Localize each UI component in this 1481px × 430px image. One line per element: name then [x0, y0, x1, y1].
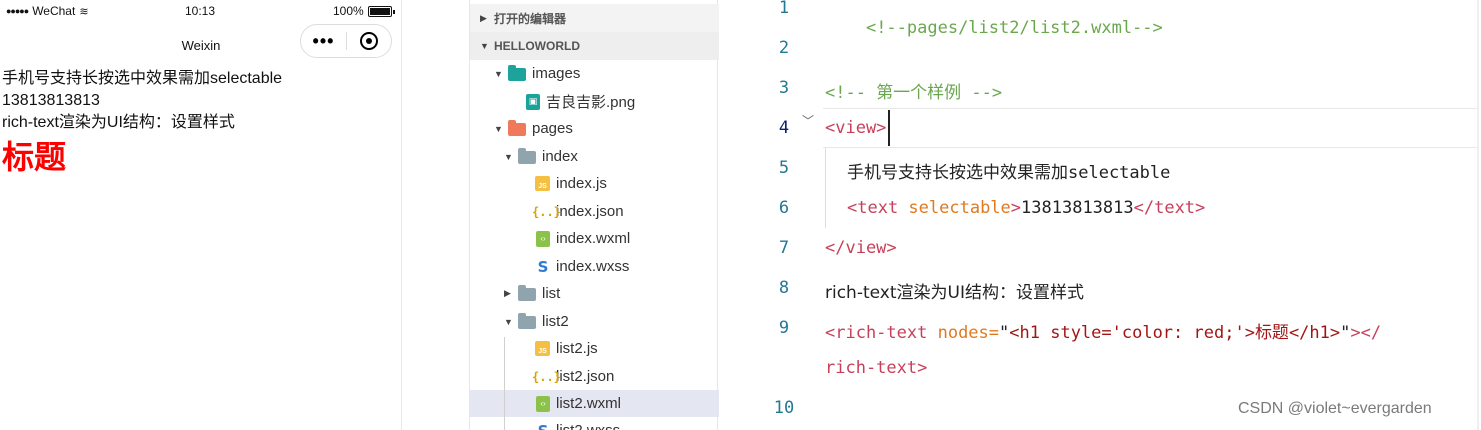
line-number: 7: [778, 238, 790, 258]
code-line-3: <!-- 第一个样例 -->: [825, 83, 1003, 103]
battery-fill: [369, 7, 390, 15]
chevron-down-icon: ▼: [504, 316, 513, 327]
line-number: 5: [778, 158, 790, 178]
json-file-icon: {..}: [532, 204, 561, 219]
battery-icon: [367, 5, 395, 17]
code-line-8: rich-text渲染为UI结构：设置样式: [825, 283, 1084, 303]
tree-file-index-wxml[interactable]: ‹› index.wxml: [470, 225, 719, 252]
tree-file-list2-wxml[interactable]: ‹› list2.wxml: [470, 390, 719, 417]
simulator-panel: ●●●●● WeChat ≋ 10:13 100% Weixin ••• 手机号…: [0, 0, 402, 430]
chevron-down-icon: ▼: [494, 68, 503, 79]
signal-dots-icon: ●●●●●: [6, 6, 29, 16]
tree-file-png[interactable]: ▣ 吉良吉影.png: [470, 88, 719, 115]
tree-folder-list2[interactable]: ▼ list2: [470, 308, 719, 335]
line-number: 8: [778, 278, 790, 298]
editor-scrollbar[interactable]: [1477, 0, 1479, 430]
folder-icon: [518, 285, 536, 301]
carrier-label: WeChat: [32, 4, 76, 18]
tree-file-index-json[interactable]: {..} index.json: [470, 198, 719, 225]
code-editor[interactable]: 1 2 3 4 5 6 7 8 9 10 ﹀ <!--pages/list2/l…: [719, 0, 1481, 430]
selectable-hint-text: 手机号支持长按选中效果需加selectable: [2, 70, 283, 87]
line-number: 10: [773, 398, 795, 418]
close-miniprogram-button[interactable]: [347, 32, 391, 50]
fold-chevron-icon[interactable]: ﹀: [802, 112, 814, 129]
watermark: CSDN @violet~evergarden: [1238, 400, 1432, 417]
status-bar: ●●●●● WeChat ≋ 10:13 100%: [0, 0, 402, 24]
folder-icon: [518, 148, 536, 164]
code-line-5: 手机号支持长按选中效果需加selectable: [847, 163, 1171, 183]
js-file-icon: JS: [535, 341, 550, 356]
line-number: 6: [778, 198, 790, 218]
tree-file-list2-json[interactable]: {..} list2.json: [470, 363, 719, 390]
image-file-icon: ▣: [526, 93, 540, 110]
images-folder-icon: [508, 65, 526, 81]
rich-text-caption: rich-text渲染为UI结构：设置样式: [2, 114, 235, 131]
chevron-right-icon: ▶: [480, 12, 487, 23]
chevron-down-icon: ▼: [504, 151, 513, 162]
wifi-icon: ≋: [79, 5, 89, 18]
tree-folder-index[interactable]: ▼ index: [470, 143, 719, 170]
phone-number-text[interactable]: 13813813813: [2, 90, 282, 112]
code-line-9-wrap: rich-text>: [825, 358, 928, 378]
tree-file-list2-wxss[interactable]: S list2.wxss: [470, 417, 719, 430]
opened-editors-header[interactable]: ▶ 打开的编辑器: [470, 4, 719, 32]
folder-icon: [518, 313, 536, 329]
chevron-down-icon: ▼: [494, 123, 503, 134]
status-battery: 100%: [333, 4, 395, 18]
indent-guide: [825, 148, 826, 228]
chevron-right-icon: ▶: [504, 288, 511, 298]
tree-folder-pages[interactable]: ▼ pages: [470, 115, 719, 142]
status-left: ●●●●● WeChat ≋: [6, 4, 89, 18]
target-icon: [359, 32, 378, 50]
line-number: 1: [778, 0, 790, 18]
battery-percent: 100%: [333, 4, 364, 18]
text-cursor: [888, 110, 890, 146]
status-time: 10:13: [185, 4, 216, 18]
code-line-9: <rich-text nodes="<h1 style='color: red;…: [825, 323, 1382, 343]
menu-capsule: •••: [300, 24, 392, 58]
current-line-highlight: [823, 108, 1477, 148]
wxss-file-icon: S: [537, 257, 549, 276]
wxml-file-icon: ‹›: [536, 395, 550, 412]
code-line-4: <view>: [825, 118, 887, 138]
file-explorer: ▶ 打开的编辑器 ▼ HELLOWORLD ▼ images ▣ 吉良吉影.pn…: [469, 0, 719, 430]
chevron-down-icon: ▼: [480, 41, 489, 51]
js-file-icon: JS: [535, 176, 550, 191]
code-line-7: </view>: [825, 238, 897, 258]
wxml-file-icon: ‹›: [536, 230, 550, 247]
wxss-file-icon: S: [536, 423, 550, 430]
json-file-icon: {..}: [532, 369, 561, 384]
code-line-1: <!--pages/list2/list2.wxml-->: [865, 18, 1163, 38]
tree-folder-images[interactable]: ▼ images: [470, 60, 719, 87]
pages-folder-icon: [508, 120, 526, 136]
tree-indent-guide: [504, 337, 505, 430]
rich-text-heading: 标题: [2, 138, 67, 176]
line-number: 3: [778, 78, 790, 98]
line-number: 2: [778, 38, 790, 58]
more-button[interactable]: •••: [301, 26, 346, 56]
line-number: 9: [778, 318, 790, 338]
code-line-6: <text selectable>13813813813</text>: [847, 198, 1206, 218]
tree-folder-list[interactable]: ▶ list: [470, 280, 719, 307]
page-content: 手机号支持长按选中效果需加selectable 13813813813 rich…: [2, 68, 282, 176]
tree-file-index-js[interactable]: JS index.js: [470, 170, 719, 197]
project-header[interactable]: ▼ HELLOWORLD: [470, 32, 719, 60]
tree-file-list2-js[interactable]: JS list2.js: [470, 335, 719, 362]
tree-file-index-wxss[interactable]: S index.wxss: [470, 253, 719, 280]
